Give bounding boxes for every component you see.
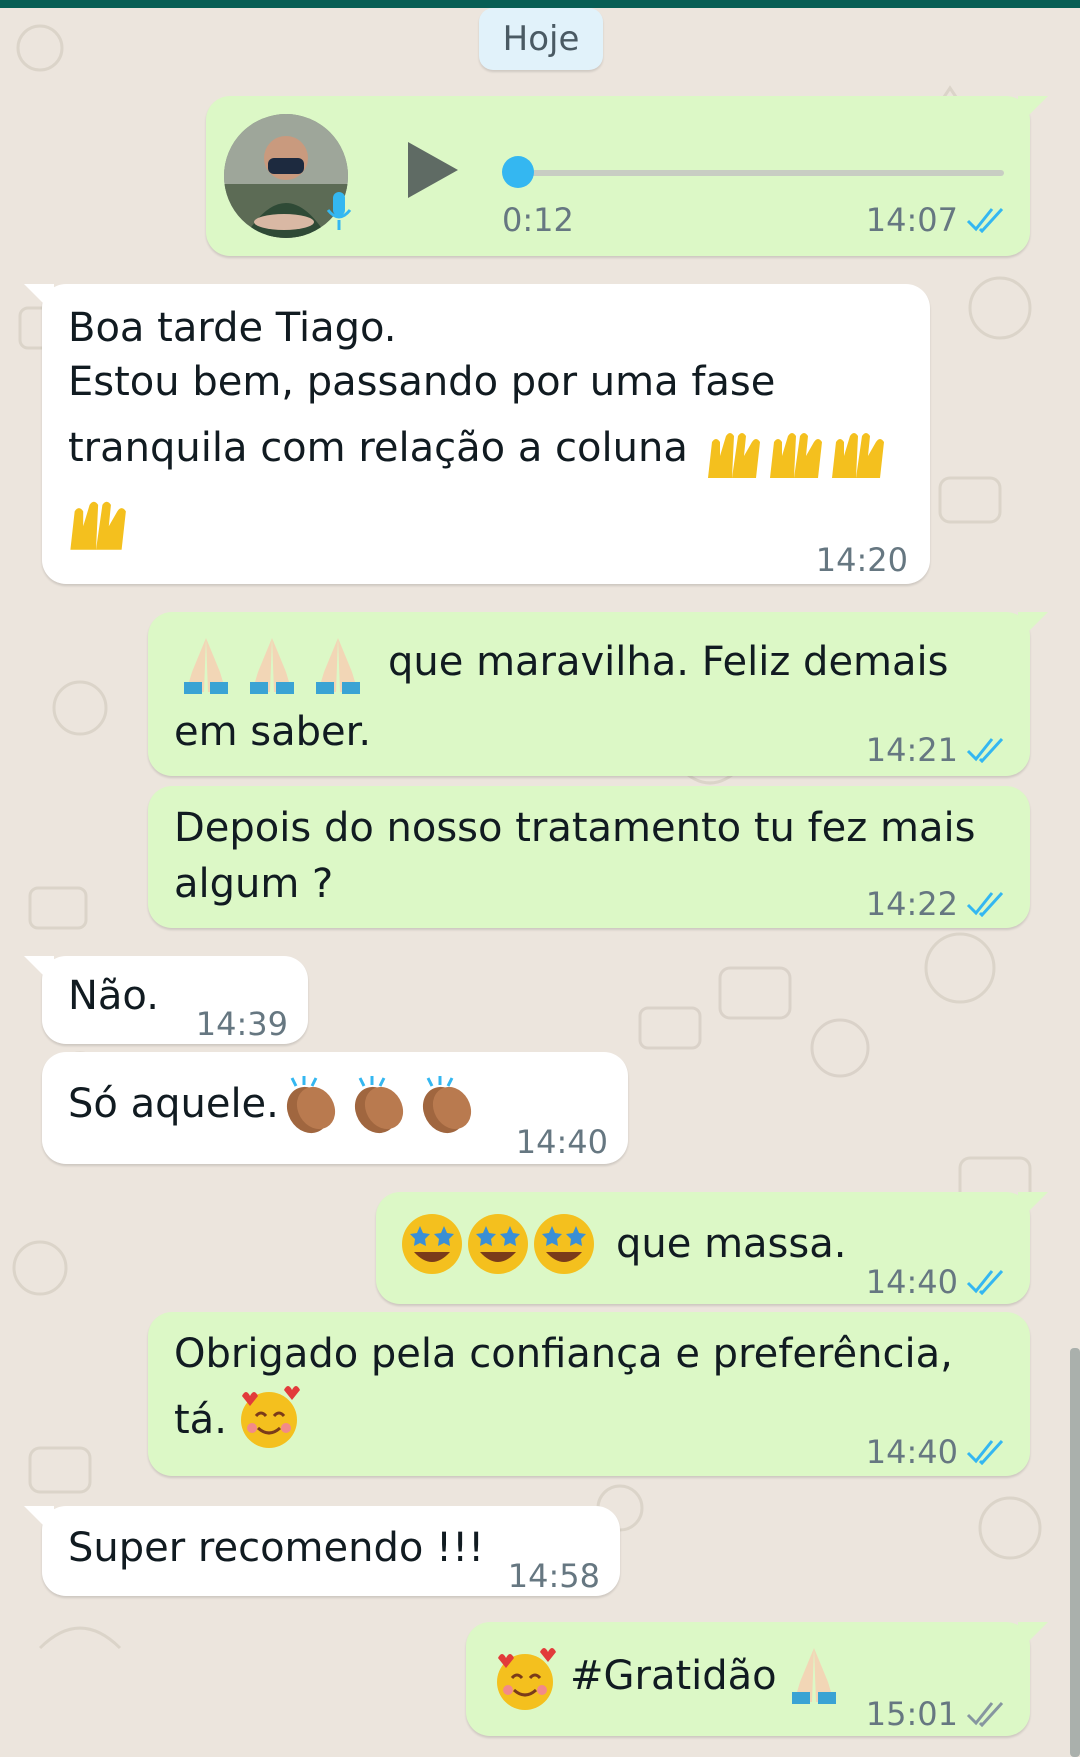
message-line: tranquila com relação a coluna — [68, 425, 688, 471]
folded-hands-emoji-row — [178, 634, 366, 696]
folded-hands-icon — [250, 638, 294, 694]
message-time: 14:39 — [195, 1005, 288, 1043]
outgoing-message[interactable]: Obrigado pela confiança e preferência, t… — [148, 1312, 1030, 1476]
message-time: 14:40 — [515, 1123, 608, 1161]
message-time: 15:01 — [865, 1695, 958, 1733]
incoming-message[interactable]: Só aquele. 14:40 — [42, 1052, 628, 1164]
message-meta: 14:39 — [196, 996, 288, 1052]
day-separator-chip: Hoje — [479, 8, 603, 70]
folded-hands-icon — [792, 1648, 836, 1704]
message-line: Obrigado pela confiança e preferência, — [174, 1331, 953, 1377]
bubble-tail — [24, 284, 54, 314]
incoming-message[interactable]: Não. 14:39 — [24, 956, 308, 1044]
raising-hands-icon — [770, 433, 822, 478]
folded-hands-icon — [316, 638, 360, 694]
bubble-tail — [1018, 96, 1048, 126]
message-meta: 14:40 — [866, 1424, 1008, 1480]
message-meta: 14:20 — [816, 532, 908, 588]
app-header-strip — [0, 0, 1080, 8]
scrollbar[interactable] — [1070, 1348, 1080, 1757]
message-meta: 14:40 — [866, 1254, 1008, 1310]
message-time: 14:21 — [865, 731, 958, 769]
message-time: 14:20 — [815, 541, 908, 579]
star-struck-icon — [468, 1214, 528, 1274]
read-ticks-icon — [966, 891, 1004, 917]
read-ticks-icon — [966, 207, 1004, 233]
message-line: em saber. — [174, 709, 372, 755]
message-time: 14:40 — [865, 1433, 958, 1471]
message-line: Boa tarde Tiago. — [68, 305, 397, 351]
raising-hands-icon — [708, 433, 760, 478]
star-struck-icon — [402, 1214, 462, 1274]
outgoing-message[interactable]: que massa. 14:40 — [376, 1192, 1048, 1304]
microphone-icon — [326, 192, 352, 230]
clapping-hands-icon — [422, 1076, 472, 1134]
raising-hands-icon — [832, 433, 884, 478]
clapping-hands-emoji-row — [282, 1074, 478, 1136]
read-ticks-icon — [966, 1439, 1004, 1465]
day-separator-label: Hoje — [502, 19, 580, 59]
folded-hands-icon — [184, 638, 228, 694]
message-meta: 14:58 — [508, 1548, 600, 1604]
message-line: Não. — [68, 973, 159, 1019]
message-meta: 14:21 — [866, 722, 1008, 778]
message-time: 14:22 — [865, 885, 958, 923]
clapping-hands-icon — [286, 1076, 336, 1134]
bubble-tail — [24, 956, 54, 986]
outgoing-message[interactable]: Depois do nosso tratamento tu fez mais a… — [148, 786, 1030, 928]
message-time: 14:07 — [865, 201, 958, 239]
bubble-tail — [1018, 1192, 1048, 1222]
voice-duration: 0:12 — [502, 201, 574, 239]
read-ticks-icon — [966, 1269, 1004, 1295]
outgoing-message[interactable]: que maravilha. Feliz demais em saber. 14… — [148, 612, 1048, 778]
bubble-tail — [1018, 1622, 1048, 1652]
star-struck-emoji-row — [400, 1212, 596, 1276]
message-line: Estou bem, passando por uma fase — [68, 359, 776, 405]
message-line: que massa. — [616, 1221, 847, 1267]
message-line: #Gratidão — [570, 1653, 777, 1699]
message-line: tá. — [174, 1397, 227, 1443]
read-ticks-icon — [966, 737, 1004, 763]
message-meta: 14:07 — [866, 200, 1008, 240]
message-line: Super recomendo !!! — [68, 1525, 485, 1571]
outgoing-message[interactable]: #Gratidão 15:01 — [466, 1622, 1048, 1736]
message-time: 14:58 — [507, 1557, 600, 1595]
message-meta: 15:01 — [866, 1686, 1008, 1742]
voice-message-bubble[interactable]: 0:12 14:07 — [206, 96, 1048, 256]
message-line: Só aquele. — [68, 1081, 279, 1127]
voice-progress-thumb[interactable] — [502, 156, 534, 188]
incoming-message[interactable]: Super recomendo !!! 14:58 — [24, 1506, 620, 1596]
star-struck-icon — [534, 1214, 594, 1274]
raising-hands-emoji-row — [702, 422, 886, 482]
incoming-message[interactable]: Boa tarde Tiago. Estou bem, passando por… — [24, 284, 930, 584]
voice-progress-track[interactable] — [508, 170, 1004, 176]
play-icon[interactable] — [408, 142, 458, 198]
bubble-tail — [1018, 612, 1048, 642]
message-line: algum ? — [174, 861, 334, 907]
delivered-ticks-icon — [966, 1701, 1004, 1727]
smiling-face-with-hearts-icon — [497, 1648, 556, 1710]
message-line: que maravilha. Feliz demais — [388, 639, 949, 685]
message-line: Depois do nosso tratamento tu fez mais — [174, 805, 976, 851]
bubble-tail — [24, 1506, 54, 1536]
smiling-face-with-hearts-icon — [241, 1386, 300, 1448]
raising-hands-icon — [70, 501, 126, 550]
message-meta: 14:22 — [866, 876, 1008, 932]
clapping-hands-icon — [354, 1076, 404, 1134]
message-meta: 14:40 — [516, 1114, 608, 1170]
message-time: 14:40 — [865, 1263, 958, 1301]
